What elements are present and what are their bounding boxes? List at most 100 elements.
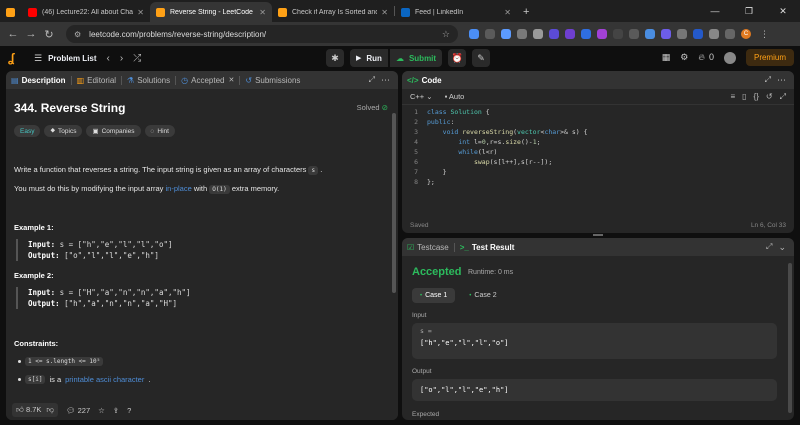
maximize-icon[interactable]: ⤢ [765, 75, 771, 85]
bookmark-icon[interactable]: ▯ [742, 92, 746, 102]
code-line: while(l<r) [458, 148, 498, 156]
help-icon[interactable]: ? [127, 406, 131, 415]
extension-icon[interactable] [613, 29, 623, 39]
extension-icon[interactable] [693, 29, 703, 39]
prev-problem-icon[interactable]: ‹ [107, 53, 110, 64]
para2-text: with [193, 184, 208, 193]
in-place-link[interactable]: in-place [165, 184, 191, 193]
tab-code[interactable]: </> Code [402, 76, 447, 85]
reset-icon[interactable]: ↺ [766, 92, 773, 102]
companies-pill[interactable]: ▣ Companies [86, 125, 141, 137]
forward-icon[interactable]: → [22, 28, 40, 40]
close-tab-icon[interactable]: ✕ [504, 8, 511, 17]
constraint-code: s[i] [25, 375, 46, 384]
braces-icon[interactable]: {} [754, 92, 759, 102]
thumbs-down-icon[interactable]: 👎︎ [46, 405, 54, 415]
extension-icon[interactable] [581, 29, 591, 39]
case-2-tab[interactable]: • Case 2 [461, 288, 504, 303]
camera-extension-icon[interactable] [533, 29, 543, 39]
tab-testcase[interactable]: ☑ Testcase [402, 238, 454, 256]
extension-icon[interactable] [661, 29, 671, 39]
like-dislike-group: 👍︎ 8.7K 👎︎ [12, 403, 58, 417]
tab-submissions[interactable]: ↺ Submissions [240, 76, 305, 85]
puzzle-icon[interactable] [709, 29, 719, 39]
language-select[interactable]: C++ ⌄ [410, 92, 433, 101]
next-problem-icon[interactable]: › [120, 53, 123, 64]
browser-tab-check-array[interactable]: Check if Array Is Sorted and Ro ✕ [272, 2, 394, 22]
close-tab-icon[interactable]: ✕ [259, 8, 266, 17]
debug-icon[interactable]: ✱ [326, 49, 344, 67]
like-button[interactable]: 👍︎ 8.7K [16, 405, 41, 415]
code-brackets-icon: </> [407, 75, 419, 85]
star-icon[interactable]: ☆ [98, 406, 105, 415]
menu-kebab-icon[interactable]: ⋮ [760, 29, 769, 40]
collapse-icon[interactable]: ⌄ [778, 242, 786, 253]
printable-ascii-link[interactable]: printable ascii character [65, 375, 144, 384]
description-scrollbar[interactable] [392, 113, 396, 293]
settings-gear-icon[interactable]: ⚙ [680, 52, 688, 63]
extension-icon[interactable] [517, 29, 527, 39]
fire-streak-icon[interactable]: 🔥︎ 0 [698, 52, 714, 63]
leetcode-logo-icon[interactable]: ʆ [8, 51, 22, 65]
user-avatar[interactable] [723, 51, 736, 64]
shuffle-icon[interactable]: ⤮ [133, 53, 141, 64]
fullscreen-icon[interactable]: ⤢ [780, 92, 786, 102]
extension-icon[interactable] [597, 29, 607, 39]
format-icon[interactable]: ≡ [730, 92, 735, 102]
code-editor[interactable]: 1 class Solution { 2 public: 3 void reve… [402, 105, 794, 215]
extension-icon[interactable] [565, 29, 575, 39]
close-tab-icon[interactable]: ✕ [228, 76, 234, 84]
comments-button[interactable]: 💬︎ 227 [66, 406, 90, 415]
site-info-icon[interactable]: ⚙ [74, 30, 81, 39]
alarm-clock-icon[interactable]: ⏰ [448, 49, 467, 67]
tab-test-result[interactable]: >_ Test Result [455, 238, 520, 256]
sidebar-icon[interactable] [725, 29, 735, 39]
problem-list-button[interactable]: ☰ Problem List [34, 53, 97, 64]
browser-tab-linkedin[interactable]: Feed | LinkedIn ✕ [395, 2, 517, 22]
minimize-icon[interactable]: — [698, 6, 732, 16]
tab-solutions[interactable]: ⚗ Solutions [122, 76, 175, 85]
browser-tab-leetcode-pinned[interactable] [0, 2, 22, 22]
more-options-icon[interactable]: ⋯ [777, 75, 786, 86]
download-icon[interactable] [469, 29, 479, 39]
new-tab-button[interactable]: + [517, 2, 537, 22]
browser-tab-reverse-string[interactable]: Reverse String - LeetCode ✕ [150, 2, 272, 22]
bookmark-star-icon[interactable]: ☆ [442, 29, 450, 40]
like-count: 8.7K [25, 405, 42, 414]
layout-grid-icon[interactable]: ▦ [662, 52, 671, 63]
maximize-icon[interactable]: ⤢ [369, 75, 375, 85]
topics-pill[interactable]: ⬥ Topics [44, 125, 83, 137]
maximize-icon[interactable]: ⤢ [766, 242, 772, 252]
problem-list-label: Problem List [48, 53, 97, 63]
premium-button[interactable]: Premium [745, 49, 794, 66]
restore-icon[interactable]: ❐ [732, 6, 766, 17]
output-box: ["o","l","l","e","h"] [412, 379, 777, 401]
auto-mode-toggle[interactable]: ▪ Auto [445, 92, 465, 101]
extension-icon[interactable] [549, 29, 559, 39]
test-panel-scrollbar[interactable] [788, 263, 792, 413]
hint-pill[interactable]: ◌ Hint [144, 125, 175, 137]
notes-icon[interactable]: ✎ [472, 49, 491, 67]
more-options-icon[interactable]: ⋯ [381, 75, 390, 86]
run-button[interactable]: ▶ Run [350, 49, 388, 67]
extension-icon[interactable] [677, 29, 687, 39]
submit-button[interactable]: ☁ Submit [389, 49, 443, 67]
tab-label: Reverse String - LeetCode [170, 8, 253, 16]
tab-editorial[interactable]: ▥ Editorial [72, 76, 121, 85]
case-1-tab[interactable]: • Case 1 [412, 288, 456, 303]
pen-extension-icon[interactable] [501, 29, 511, 39]
back-icon[interactable]: ← [4, 28, 22, 40]
reload-icon[interactable]: ↻ [40, 28, 58, 41]
url-bar[interactable]: ⚙ leetcode.com/problems/reverse-string/d… [66, 25, 458, 43]
tab-accepted[interactable]: ◷ Accepted ✕ [176, 76, 239, 85]
extension-icon[interactable] [645, 29, 655, 39]
close-tab-icon[interactable]: ✕ [381, 8, 388, 17]
browser-tab-lecture[interactable]: (46) Lecture22: All about Char A ✕ [22, 2, 150, 22]
extension-icon[interactable] [485, 29, 495, 39]
close-window-icon[interactable]: ✕ [766, 6, 800, 17]
share-icon[interactable]: ⇪ [113, 406, 119, 415]
tab-description[interactable]: ▤ Description [6, 76, 71, 85]
profile-avatar[interactable]: C [741, 29, 751, 39]
close-tab-icon[interactable]: ✕ [137, 8, 144, 17]
extension-icon[interactable] [629, 29, 639, 39]
